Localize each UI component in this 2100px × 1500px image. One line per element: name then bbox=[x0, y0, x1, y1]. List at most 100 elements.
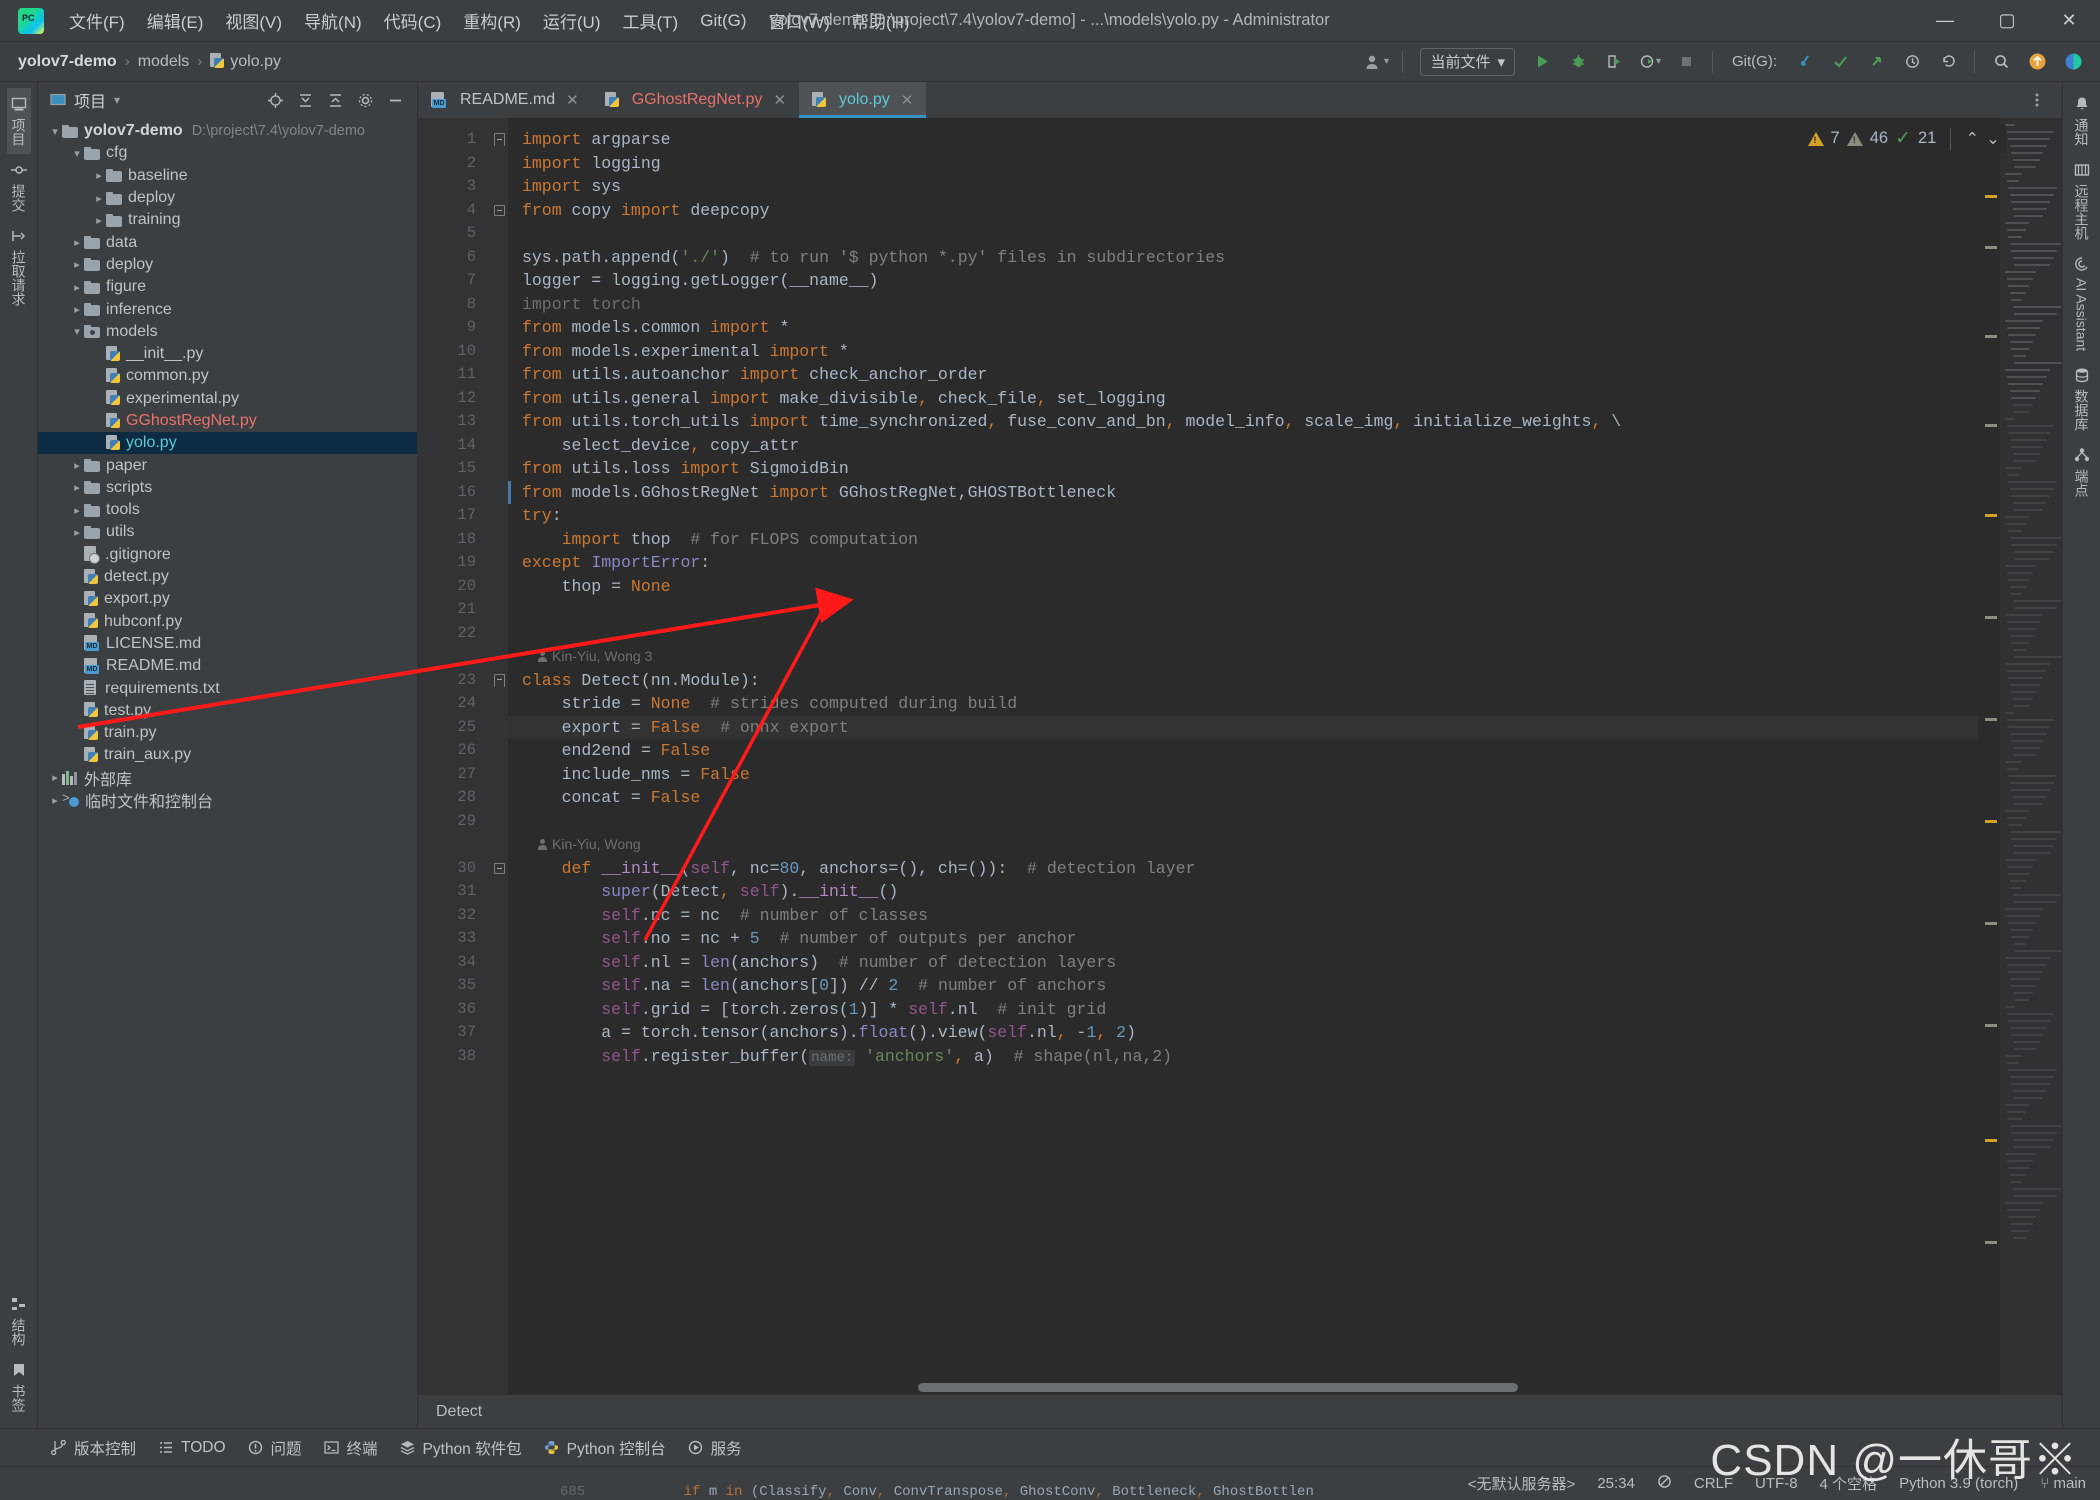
fold-slot[interactable] bbox=[490, 269, 508, 293]
error-stripe-marker[interactable] bbox=[1985, 513, 1997, 517]
code-line[interactable]: import logging bbox=[508, 152, 1978, 176]
tree-item[interactable]: ▾ cfg bbox=[38, 142, 417, 164]
code-line[interactable] bbox=[508, 810, 1978, 834]
code-line[interactable]: from models.GGhostRegNet import GGhostRe… bbox=[508, 481, 1978, 505]
fold-slot[interactable] bbox=[490, 974, 508, 998]
tree-item[interactable]: ▸ tools bbox=[38, 499, 417, 521]
fold-slot[interactable] bbox=[490, 692, 508, 716]
menu-window[interactable]: 窗口(W) bbox=[758, 4, 841, 37]
error-stripe-marker[interactable] bbox=[1985, 245, 1997, 249]
tab-gghostregnet-close-icon[interactable]: ✕ bbox=[773, 91, 786, 109]
code-line[interactable]: try: bbox=[508, 504, 1978, 528]
error-stripe-marker[interactable] bbox=[1985, 424, 1997, 428]
git-history-icon[interactable] bbox=[1895, 47, 1929, 77]
code-line[interactable]: from models.experimental import * bbox=[508, 340, 1978, 364]
search-everywhere-icon[interactable] bbox=[1984, 47, 2018, 77]
code-line[interactable]: from utils.torch_utils import time_synch… bbox=[508, 410, 1978, 434]
sidebar-item-pull-requests[interactable]: 拉取请求 bbox=[7, 220, 31, 314]
breadcrumb-file[interactable]: yolo.py bbox=[210, 53, 281, 71]
fold-slot[interactable] bbox=[490, 833, 508, 857]
horizontal-scrollbar[interactable] bbox=[418, 1383, 2062, 1394]
code-editor[interactable]: 12345678910111213141516171819202122·2324… bbox=[418, 118, 2062, 1394]
tree-item[interactable]: common.py bbox=[38, 365, 417, 387]
project-file-tree[interactable]: ▾ yolov7-demo D:\project\7.4\yolov7-demo ▾ c… bbox=[38, 118, 417, 1428]
tree-item[interactable]: experimental.py bbox=[38, 388, 417, 410]
code-line[interactable]: concat = False bbox=[508, 786, 1978, 810]
project-chevron-down-icon[interactable]: ▾ bbox=[114, 93, 120, 107]
fold-slot[interactable] bbox=[490, 669, 508, 693]
hide-icon[interactable] bbox=[381, 87, 409, 113]
chevron-right-icon[interactable]: ▸ bbox=[70, 236, 84, 249]
error-stripe-marker[interactable] bbox=[1985, 1023, 1997, 1027]
editor-breadcrumb[interactable]: Detect bbox=[418, 1394, 2062, 1428]
code-line[interactable]: class Detect(nn.Module): bbox=[508, 669, 1978, 693]
fold-slot[interactable] bbox=[490, 1021, 508, 1045]
sidebar-item-structure[interactable]: 结构 bbox=[7, 1288, 31, 1354]
fold-marker-icon[interactable] bbox=[493, 204, 505, 216]
tree-item[interactable]: detect.py bbox=[38, 566, 417, 588]
code-line[interactable]: self.register_buffer(name: 'anchors', a)… bbox=[508, 1045, 1978, 1069]
error-stripe-markers[interactable] bbox=[1978, 118, 2000, 1394]
more-tabs-icon[interactable] bbox=[2020, 85, 2054, 115]
fold-slot[interactable] bbox=[490, 128, 508, 152]
code-line[interactable]: thop = None bbox=[508, 575, 1978, 599]
error-stripe-marker[interactable] bbox=[1985, 615, 1997, 619]
menu-help[interactable]: 帮助(H) bbox=[841, 4, 921, 37]
tree-item[interactable]: export.py bbox=[38, 588, 417, 610]
updates-icon[interactable] bbox=[2020, 47, 2054, 77]
sidebar-item-endpoints[interactable]: 端点 bbox=[2070, 439, 2094, 505]
menu-git[interactable]: Git(G) bbox=[689, 7, 757, 35]
error-stripe-marker[interactable] bbox=[1985, 194, 1997, 198]
tree-item[interactable]: __init__.py bbox=[38, 343, 417, 365]
fold-slot[interactable] bbox=[490, 363, 508, 387]
fold-marker-icon[interactable] bbox=[493, 673, 505, 687]
fold-slot[interactable] bbox=[490, 951, 508, 975]
fold-slot[interactable] bbox=[490, 622, 508, 646]
run-icon[interactable] bbox=[1525, 47, 1559, 77]
chevron-right-icon[interactable]: ▸ bbox=[70, 303, 84, 316]
previous-problem-icon[interactable]: ⌃ bbox=[1965, 129, 1979, 149]
menu-edit[interactable]: 编辑(E) bbox=[136, 4, 215, 37]
code-line[interactable]: self.na = len(anchors[0]) // 2 # number … bbox=[508, 974, 1978, 998]
code-line[interactable]: import argparse bbox=[508, 128, 1978, 152]
user-profile-icon[interactable]: ▾ bbox=[1359, 47, 1393, 77]
fold-slot[interactable] bbox=[490, 857, 508, 881]
bottom-tool-todo[interactable]: TODO bbox=[149, 1435, 235, 1461]
tree-item[interactable]: hubconf.py bbox=[38, 611, 417, 633]
settings-gear-icon[interactable] bbox=[351, 87, 379, 113]
sidebar-item-ai-assistant[interactable]: AI Assistant bbox=[2072, 248, 2092, 359]
bottom-tool-python-packages[interactable]: Python 软件包 bbox=[391, 1433, 531, 1463]
bottom-tool-python-console[interactable]: Python 控制台 bbox=[535, 1433, 675, 1463]
error-stripe-marker[interactable] bbox=[1985, 1240, 1997, 1244]
fold-slot[interactable] bbox=[490, 222, 508, 246]
code-line[interactable]: logger = logging.getLogger(__name__) bbox=[508, 269, 1978, 293]
chevron-right-icon[interactable]: ▸ bbox=[70, 281, 84, 294]
code-line[interactable] bbox=[508, 222, 1978, 246]
breadcrumb-project[interactable]: yolov7-demo bbox=[18, 53, 117, 71]
tree-item[interactable]: .gitignore bbox=[38, 544, 417, 566]
chevron-right-icon[interactable]: ▸ bbox=[70, 526, 84, 539]
code-line[interactable]: from utils.general import make_divisible… bbox=[508, 387, 1978, 411]
fold-slot[interactable] bbox=[490, 316, 508, 340]
sidebar-item-notifications[interactable]: 通知 bbox=[2070, 88, 2094, 154]
fold-slot[interactable] bbox=[490, 786, 508, 810]
fold-slot[interactable] bbox=[490, 551, 508, 575]
error-stripe-marker[interactable] bbox=[1985, 1138, 1997, 1142]
sidebar-item-remote-host[interactable]: 远程主机 bbox=[2070, 154, 2094, 248]
tree-item[interactable]: ▸ paper bbox=[38, 454, 417, 476]
fold-slot[interactable] bbox=[490, 504, 508, 528]
fold-slot[interactable] bbox=[490, 575, 508, 599]
fold-slot[interactable] bbox=[490, 152, 508, 176]
stop-icon[interactable] bbox=[1669, 47, 1703, 77]
fold-slot[interactable] bbox=[490, 904, 508, 928]
code-line[interactable]: self.no = nc + 5 # number of outputs per… bbox=[508, 927, 1978, 951]
tree-item[interactable]: ▸ deploy bbox=[38, 187, 417, 209]
run-configuration-selector[interactable]: 当前文件 ▾ bbox=[1420, 47, 1515, 76]
code-line[interactable]: sys.path.append('./') # to run '$ python… bbox=[508, 246, 1978, 270]
code-line[interactable]: export = False # onnx export bbox=[508, 715, 1978, 739]
ai-icon[interactable] bbox=[2056, 47, 2090, 77]
tree-item[interactable]: test.py bbox=[38, 700, 417, 722]
fold-slot[interactable] bbox=[490, 457, 508, 481]
chevron-right-icon[interactable]: ▸ bbox=[92, 214, 106, 227]
chevron-right-icon[interactable]: ▸ bbox=[70, 258, 84, 271]
